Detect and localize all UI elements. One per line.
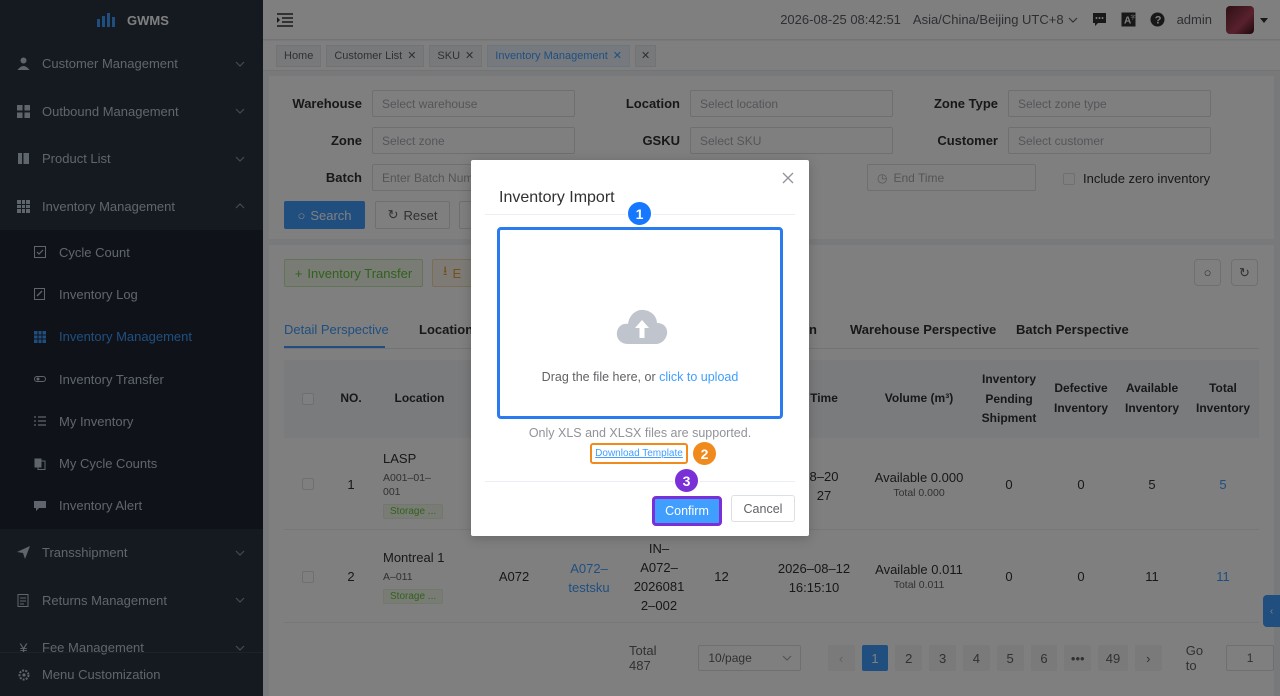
file-type-tip: Only XLS and XLSX files are supported. <box>528 426 752 440</box>
step-marker-2: 2 <box>691 440 718 467</box>
click-to-upload-link[interactable]: click to upload <box>659 370 738 384</box>
step-marker-3: 3 <box>673 467 700 494</box>
confirm-button[interactable]: Confirm <box>652 496 722 526</box>
drop-instructions: Drag the file here, or click to upload <box>500 370 780 384</box>
dialog-footer-divider <box>485 481 795 482</box>
dialog-title: Inventory Import <box>499 189 615 206</box>
cancel-button[interactable]: Cancel <box>731 495 795 522</box>
upload-dropzone[interactable]: Drag the file here, or click to upload <box>497 227 783 419</box>
drop-text: Drag the file here, or <box>541 370 660 384</box>
download-template-link[interactable]: Download Template <box>590 443 688 464</box>
cloud-upload-icon <box>616 309 668 344</box>
step-marker-1: 1 <box>626 200 653 227</box>
close-icon[interactable] <box>782 172 794 184</box>
